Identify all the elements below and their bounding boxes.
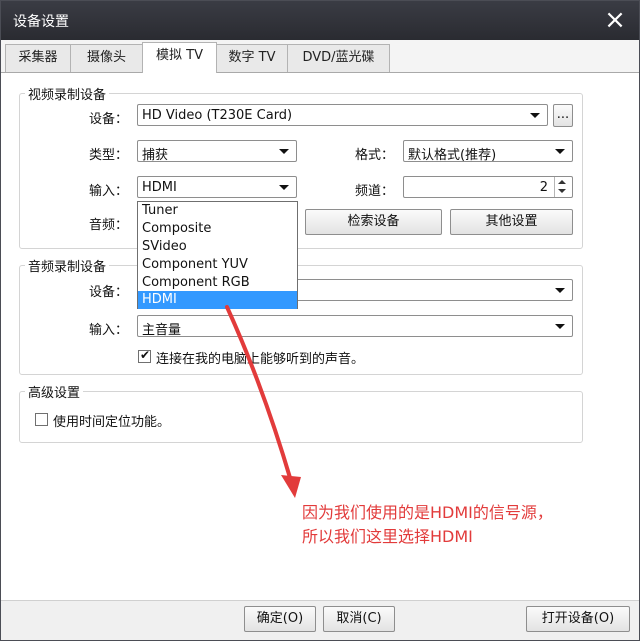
ok-button[interactable]: 确定(O) bbox=[244, 606, 316, 632]
cancel-button[interactable]: 取消(C) bbox=[323, 606, 395, 632]
device-settings-dialog: 设备设置 × 采集器 摄像头 模拟 TV 数字 TV DVD/蓝光碟 视频录制设… bbox=[0, 0, 640, 641]
open-device-button[interactable]: 打开设备(O) bbox=[526, 606, 630, 632]
annotation-line-1: 因为我们使用的是HDMI的信号源， bbox=[302, 503, 553, 522]
annotation-line-2: 所以我们这里选择HDMI bbox=[302, 527, 473, 546]
footer-bar: 确定(O) 取消(C) 打开设备(O) bbox=[1, 600, 639, 640]
annotation-text: 因为我们使用的是HDMI的信号源， 所以我们这里选择HDMI bbox=[302, 501, 553, 549]
